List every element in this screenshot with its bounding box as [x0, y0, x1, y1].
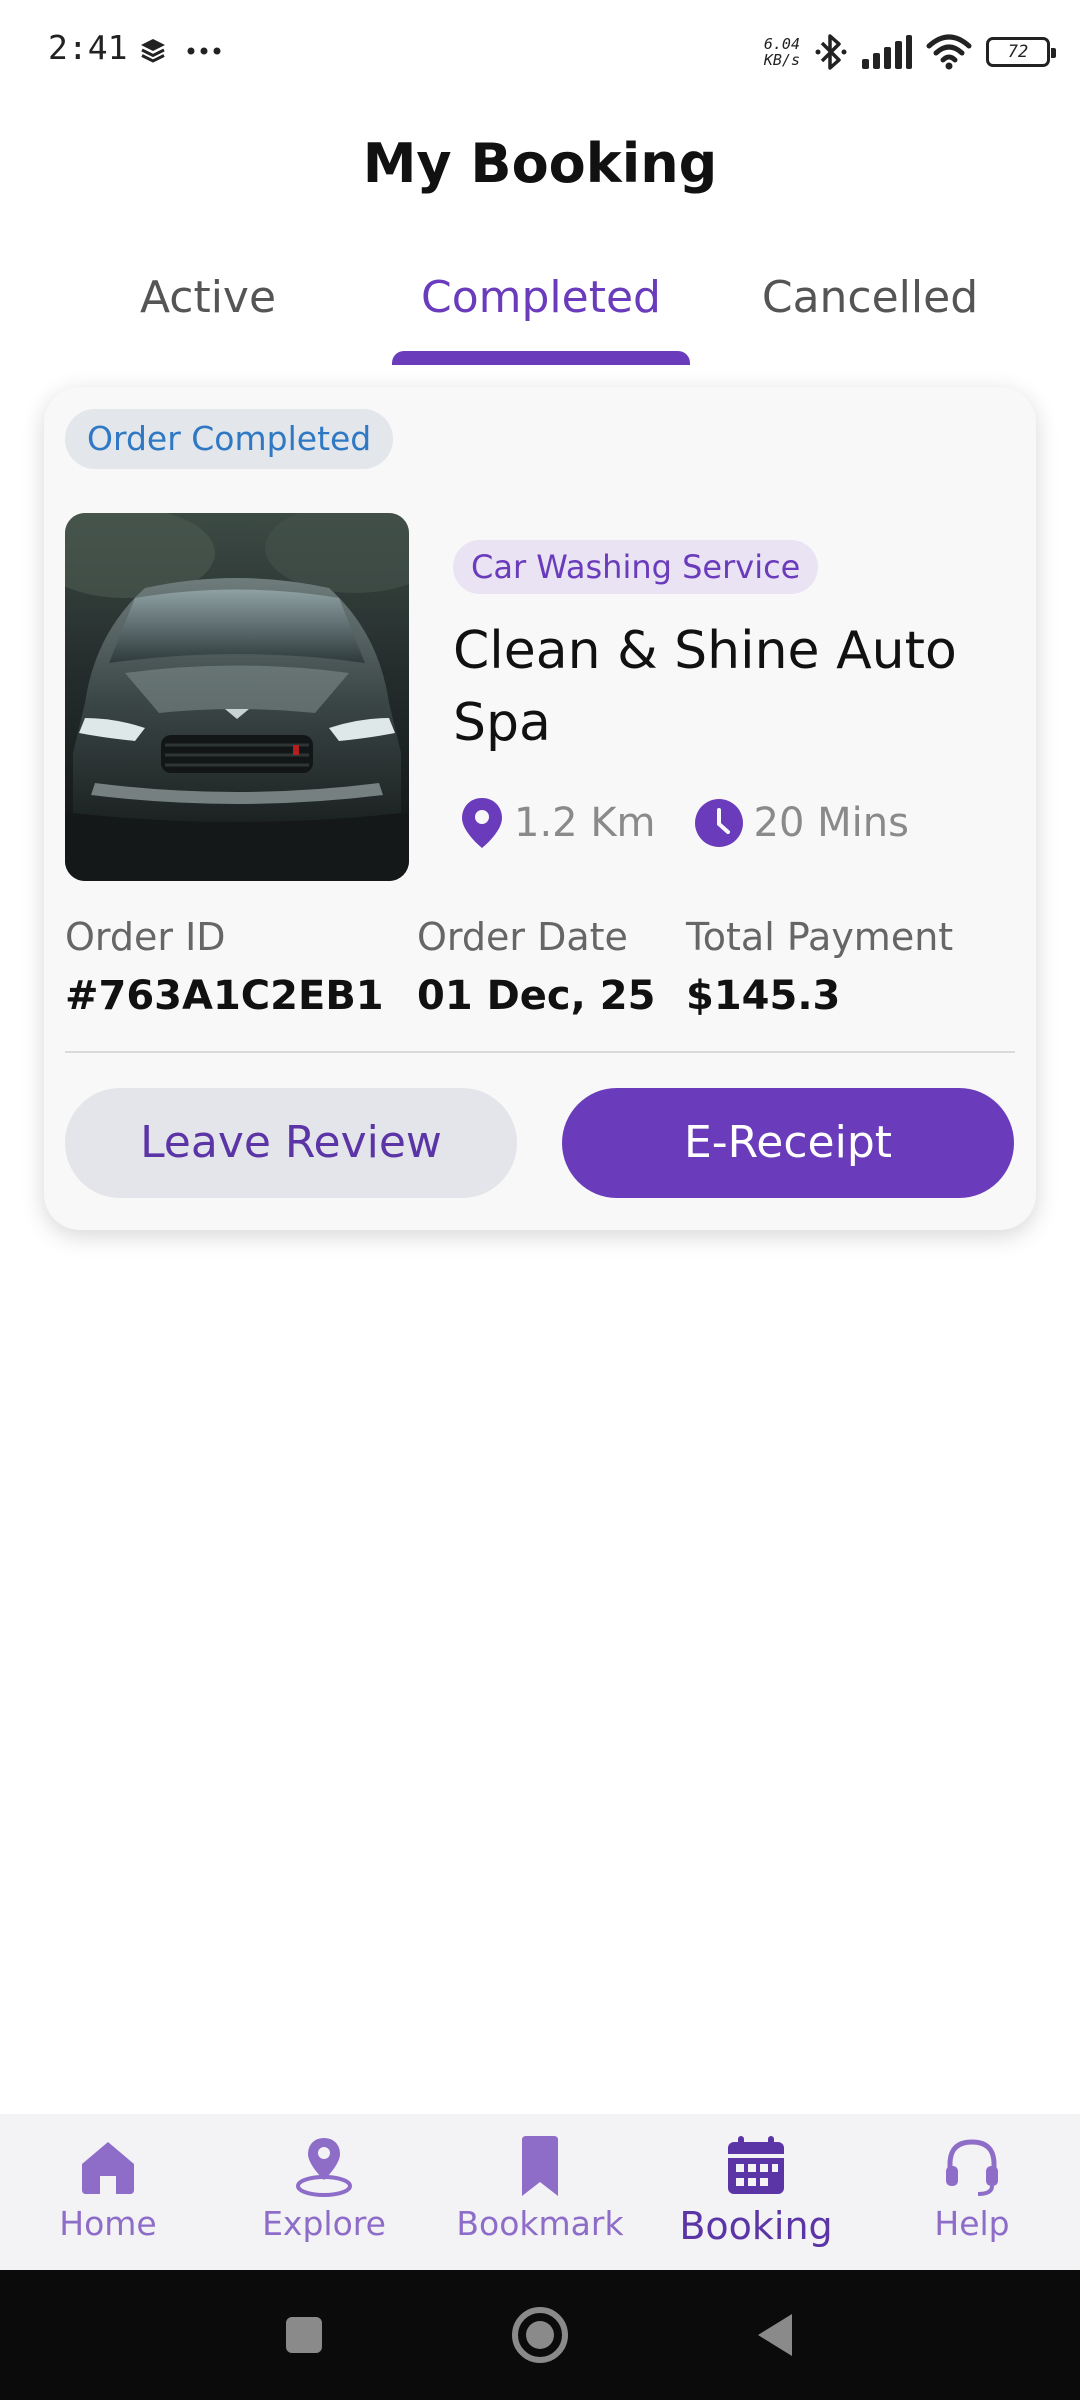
tab-indicator: [392, 351, 690, 365]
order-date-label: Order Date: [417, 915, 628, 959]
home-button-icon[interactable]: [510, 2305, 570, 2365]
total-payment-block: Total Payment $145.3: [686, 915, 953, 1019]
distance-text: 1.2 Km: [514, 800, 656, 846]
nav-help[interactable]: Help: [882, 2134, 1062, 2243]
order-date-block: Order Date 01 Dec, 25: [417, 915, 655, 1019]
duration-meta: 20 Mins: [694, 798, 909, 848]
category-badge: Car Washing Service: [453, 540, 819, 594]
service-name: Clean & Shine Auto Spa: [453, 621, 957, 753]
total-payment-label: Total Payment: [686, 915, 954, 959]
car-image: [65, 513, 409, 881]
headset-icon: [946, 2139, 998, 2196]
location-pin-icon: [462, 798, 502, 848]
recent-apps-icon[interactable]: [282, 2313, 326, 2357]
meta-row: 1.2 Km 20 Mins: [460, 793, 947, 853]
battery-icon: 72: [986, 37, 1056, 67]
status-badge: Order Completed: [65, 409, 394, 469]
tab-cancelled[interactable]: Cancelled: [742, 272, 998, 342]
signal-icon: [862, 35, 912, 69]
location-pin-icon: [296, 2138, 352, 2197]
nav-booking[interactable]: Booking: [666, 2134, 846, 2248]
tab-completed[interactable]: Completed: [392, 272, 690, 342]
nav-bookmark-label: Bookmark: [456, 2204, 624, 2243]
layers-icon: [141, 39, 165, 63]
leave-review-button[interactable]: Leave Review: [65, 1088, 517, 1198]
net-speed-value: 6.04: [763, 35, 800, 53]
system-nav-bar: [0, 2270, 1080, 2400]
bluetooth-icon: [815, 34, 847, 70]
card-divider: [65, 1051, 1015, 1053]
car-photo: [65, 513, 409, 881]
nav-home-label: Home: [59, 2204, 157, 2243]
status-bar: 2:41 6.04 KB/s 72: [0, 0, 1080, 100]
page-title: My Booking: [362, 132, 718, 195]
net-speed: 6.04 KB/s: [764, 36, 800, 68]
order-id-block: Order ID #763A1C2EB1: [65, 915, 384, 1019]
tab-active[interactable]: Active: [88, 272, 328, 342]
home-icon: [82, 2142, 134, 2194]
distance-meta: 1.2 Km: [460, 796, 656, 850]
tab-cancelled-label: Cancelled: [761, 272, 979, 323]
total-payment-value: $145.3: [686, 973, 841, 1019]
battery-level: 72: [1007, 42, 1029, 62]
duration-text: 20 Mins: [753, 800, 909, 846]
bottom-nav: Home Explore Bookmark Booking Help: [0, 2114, 1080, 2270]
nav-home[interactable]: Home: [18, 2134, 198, 2243]
clock-icon: [694, 799, 743, 847]
net-speed-unit: KB/s: [763, 51, 800, 69]
calendar-icon: [728, 2136, 784, 2194]
nav-explore-label: Explore: [262, 2204, 386, 2243]
more-dots-icon: [187, 47, 221, 55]
tab-active-label: Active: [139, 272, 277, 323]
nav-help-label: Help: [934, 2204, 1010, 2243]
order-date-value: 01 Dec, 25: [417, 973, 656, 1019]
bookmark-icon: [522, 2136, 558, 2196]
nav-explore[interactable]: Explore: [234, 2134, 414, 2243]
nav-booking-label: Booking: [679, 2204, 833, 2248]
e-receipt-button[interactable]: E-Receipt: [562, 1088, 1014, 1198]
booking-card[interactable]: Order Completed Car Washing Service Clea…: [44, 387, 1036, 1230]
order-id-label: Order ID: [65, 915, 226, 959]
status-right-group: 6.04 KB/s 72: [764, 28, 1056, 76]
order-id-value: #763A1C2EB1: [65, 973, 384, 1019]
tab-completed-label: Completed: [421, 272, 661, 323]
back-icon[interactable]: [752, 2310, 798, 2360]
status-time: 2:41: [48, 28, 128, 67]
wifi-icon: [926, 34, 972, 70]
nav-bookmark[interactable]: Bookmark: [450, 2134, 630, 2243]
